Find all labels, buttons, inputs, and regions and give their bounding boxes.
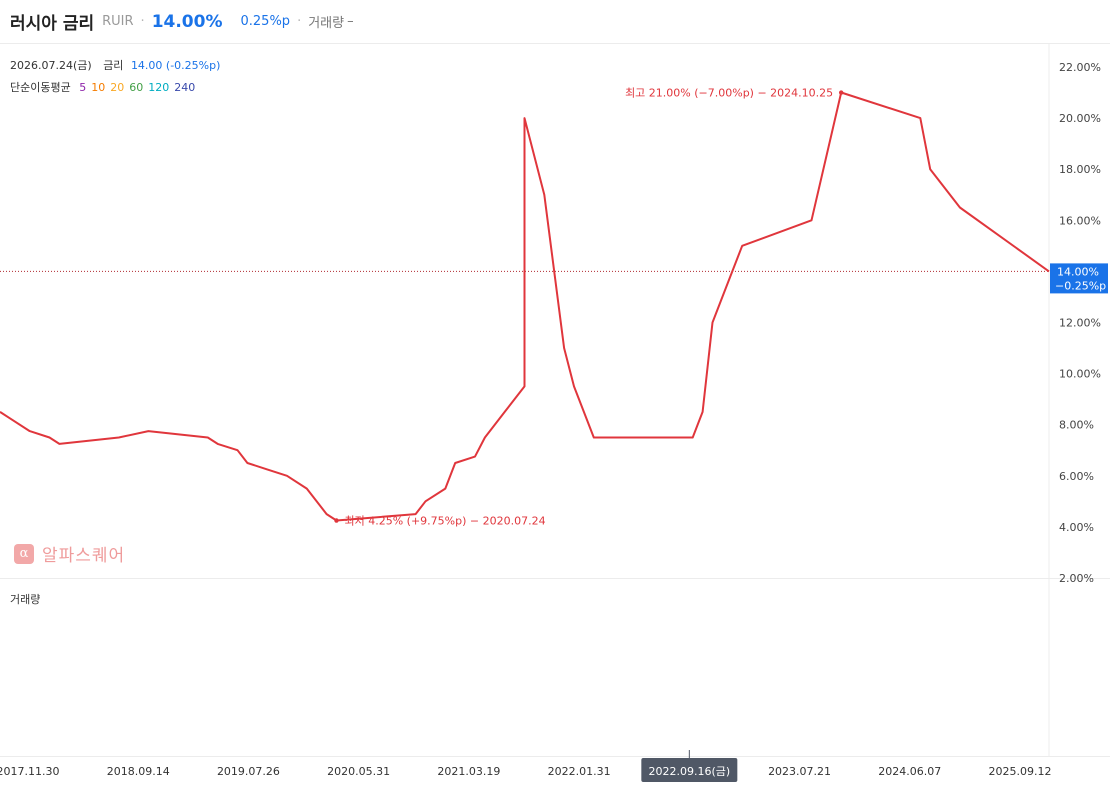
x-tick-label: 2020.05.31 bbox=[327, 765, 390, 778]
y-tick-label: 8.00% bbox=[1059, 419, 1094, 432]
last-value-tag-price: 14.00% bbox=[1057, 265, 1099, 278]
high-marker bbox=[838, 90, 844, 95]
x-tick-label: 2017.11.30 bbox=[0, 765, 59, 778]
y-tick-label: 10.00% bbox=[1059, 368, 1101, 381]
x-tick-label: 2019.07.26 bbox=[217, 765, 280, 778]
y-tick-label: 16.00% bbox=[1059, 214, 1101, 227]
y-tick-label: 20.00% bbox=[1059, 112, 1101, 125]
x-tick-label: 2025.09.12 bbox=[989, 765, 1052, 778]
x-tick-label: 2023.07.21 bbox=[768, 765, 831, 778]
y-tick-label: 12.00% bbox=[1059, 316, 1101, 329]
series-line-rate bbox=[0, 91, 1050, 522]
y-axis: 2.00% 4.00% 6.00% 8.00% 10.00% 12.00% 14.00% 16… bbox=[1059, 61, 1101, 585]
x-tick-label: 2018.09.14 bbox=[107, 765, 170, 778]
last-value-tag-change: −0.25%p bbox=[1055, 279, 1106, 292]
y-tick-label: 22.00% bbox=[1059, 61, 1101, 74]
y-tick-label: 18.00% bbox=[1059, 163, 1101, 176]
x-axis: 2017.11.30 2018.09.14 2019.07.26 2020.05.31… bbox=[0, 750, 1051, 782]
low-marker bbox=[334, 518, 339, 523]
y-tick-label: 2.00% bbox=[1059, 572, 1094, 585]
last-value-tag: 14.00% −0.25%p bbox=[1050, 263, 1108, 294]
y-tick-label: 6.00% bbox=[1059, 470, 1094, 483]
x-tick-label: 2024.06.07 bbox=[878, 765, 941, 778]
x-tick-label: 2022.01.31 bbox=[548, 765, 611, 778]
low-annotation: 최저 4.25% (+9.75%p) − 2020.07.24 bbox=[344, 515, 545, 528]
x-tick-label: 2021.03.19 bbox=[437, 765, 500, 778]
rate-chart[interactable]: 2.00% 4.00% 6.00% 8.00% 10.00% 12.00% 14.00% 16… bbox=[0, 0, 1110, 786]
x-tick-label-selected: 2022.09.16(금) bbox=[648, 765, 730, 778]
y-tick-label: 4.00% bbox=[1059, 521, 1094, 534]
high-annotation: 최고 21.00% (−7.00%p) − 2024.10.25 bbox=[625, 87, 833, 100]
